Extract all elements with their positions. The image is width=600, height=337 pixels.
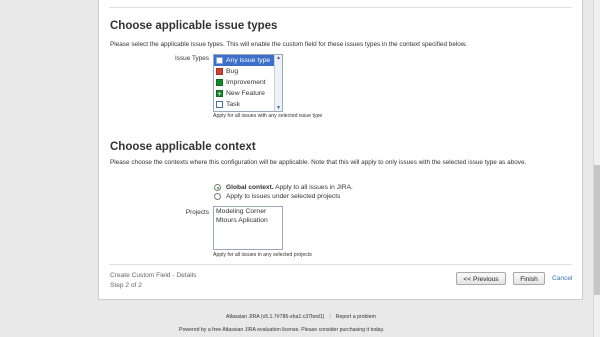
project-option[interactable]: Modeling Corner	[214, 207, 282, 216]
improvement-icon	[216, 79, 223, 86]
issue-type-option-label: Bug	[226, 68, 239, 75]
context-description: Please choose the contexts where this co…	[110, 159, 527, 166]
issue-type-option-task[interactable]: Task	[214, 99, 282, 110]
issue-types-heading: Choose applicable issue types	[110, 20, 278, 32]
report-problem-link[interactable]: Report a problem	[336, 314, 376, 320]
step-count: Step 2 of 2	[110, 282, 142, 289]
window-scroll-thumb[interactable]	[594, 165, 600, 295]
new-feature-icon	[216, 89, 223, 100]
projects-help: Apply for all issues in any selected pro…	[213, 252, 312, 258]
scroll-down-arrow-icon[interactable]: ▼	[276, 105, 281, 111]
cancel-link[interactable]: Cancel	[552, 275, 573, 282]
selected-projects-radio[interactable]	[214, 193, 221, 200]
context-heading: Choose applicable context	[110, 141, 256, 153]
any-issue-type-icon	[216, 57, 223, 64]
issue-type-option-improvement[interactable]: Improvement	[214, 77, 282, 88]
global-context-text: Apply to all issues in JIRA.	[273, 184, 353, 191]
step-title: Create Custom Field - Details	[110, 272, 197, 279]
page-footer-version-line: Atlassian JIRA (v5.1.7#786-sha1:c37bed1)…	[226, 314, 376, 320]
finish-button[interactable]: Finish	[513, 272, 545, 285]
issue-types-select[interactable]: Any issue type Bug Improvement New Featu…	[213, 54, 283, 112]
projects-select[interactable]: Modeling Corner Mtours Aplication	[213, 206, 283, 250]
issue-types-scrollbar[interactable]: ▲ ▼	[274, 55, 282, 111]
issue-types-label: Issue Types	[175, 55, 209, 62]
issue-type-option-label: Task	[226, 101, 240, 108]
issue-types-help: Apply for all issues with any selected i…	[213, 113, 323, 119]
jira-version: Atlassian JIRA (v5.1.7#786-sha1:c37bed1)	[226, 314, 325, 320]
window-scrollbar[interactable]	[593, 0, 600, 337]
global-context-radio[interactable]	[214, 184, 221, 191]
issue-types-description: Please select the applicable issue types…	[110, 41, 467, 48]
issue-type-option-new-feature[interactable]: New Feature	[214, 88, 282, 100]
issue-type-option-any[interactable]: Any issue type	[214, 55, 282, 66]
license-notice: Powered by a free Atlassian JIRA evaluat…	[179, 327, 385, 333]
footer-separator: |	[329, 314, 331, 320]
custom-field-form-panel: Choose applicable issue types Please sel…	[98, 0, 583, 300]
scroll-up-arrow-icon[interactable]: ▲	[276, 55, 281, 61]
selected-projects-label[interactable]: Apply to issues under selected projects	[226, 193, 340, 200]
footer-divider	[109, 264, 572, 265]
global-context-bold: Global context.	[226, 184, 274, 191]
global-context-label: Global context. Apply to all issues in J…	[226, 184, 353, 191]
issue-type-option-bug[interactable]: Bug	[214, 66, 282, 77]
project-option[interactable]: Mtours Aplication	[214, 216, 282, 225]
previous-button[interactable]: << Previous	[456, 272, 506, 285]
projects-label: Projects	[185, 209, 209, 216]
issue-type-option-label: New Feature	[226, 90, 265, 97]
task-icon	[216, 101, 223, 108]
issue-type-option-label: Improvement	[226, 79, 266, 86]
issue-type-option-label: Any issue type	[226, 57, 271, 64]
bug-icon	[216, 68, 223, 75]
top-divider	[109, 7, 572, 8]
